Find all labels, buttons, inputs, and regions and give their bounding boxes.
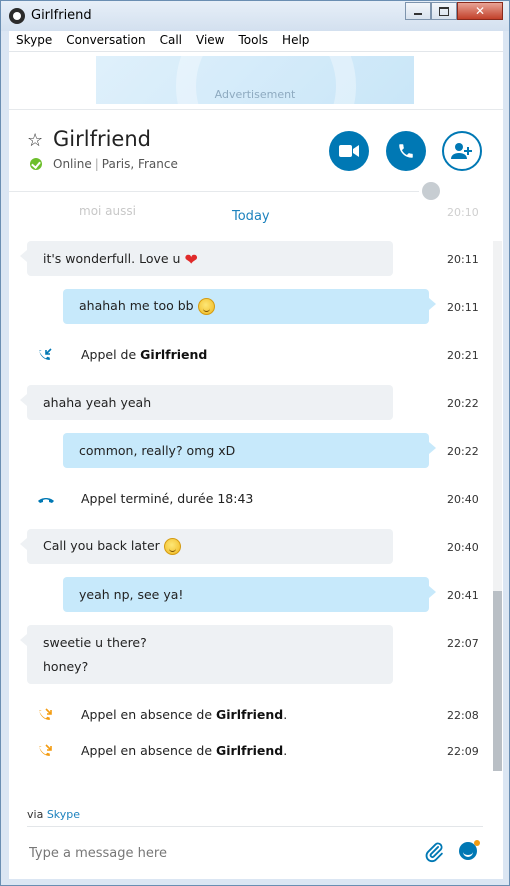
message-text-line2: honey?	[43, 659, 89, 674]
faded-message: moi aussi	[79, 204, 136, 218]
menu-help[interactable]: Help	[275, 31, 316, 51]
message-time: 20:11	[447, 253, 479, 266]
message-text-line1: sweetie u there?	[43, 635, 147, 650]
message-text: it's wonderfull. Love u	[43, 251, 181, 266]
menu-bar: Skype Conversation Call View Tools Help	[9, 31, 503, 52]
add-people-button[interactable]	[442, 131, 482, 171]
title-bar[interactable]: Girlfriend ✕	[1, 1, 509, 31]
outgoing-message[interactable]: common, really? omg xD	[63, 433, 436, 468]
incoming-message[interactable]: it's wonderfull. Love u ❤	[20, 241, 393, 276]
phone-icon	[399, 144, 413, 158]
message-text: Call you back later	[43, 538, 160, 553]
message-body: it's wonderfull. Love u ❤	[43, 250, 198, 269]
message-text: ahaha yeah yeah	[43, 395, 152, 410]
divider	[27, 826, 483, 827]
online-status-icon	[30, 158, 42, 170]
incoming-message[interactable]: ahaha yeah yeah	[20, 385, 393, 420]
event-suffix: .	[283, 707, 288, 722]
attachment-paperclip-icon[interactable]	[423, 841, 445, 863]
maximize-button[interactable]	[431, 2, 457, 20]
window-controls: ✕	[405, 2, 503, 20]
faded-message-time: 20:10	[447, 206, 479, 219]
missed-call-text: Appel en absence de Girlfriend.	[81, 707, 287, 722]
call-event-text: Appel de Girlfriend	[81, 347, 207, 362]
heart-emoticon-icon: ❤	[184, 250, 198, 269]
advertisement-banner[interactable]: Advertisement	[96, 56, 414, 104]
incoming-call-icon	[39, 348, 52, 360]
message-text: common, really? omg xD	[79, 443, 236, 458]
missed-call-icon	[39, 744, 52, 756]
message-time: 20:40	[447, 493, 479, 506]
menu-conversation[interactable]: Conversation	[59, 31, 152, 51]
event-prefix: Appel en absence de	[81, 707, 213, 722]
emoticon-picker-icon[interactable]	[459, 840, 480, 860]
advertisement-label: Advertisement	[214, 88, 296, 101]
divider	[9, 191, 419, 192]
call-ended-icon	[38, 498, 54, 503]
minimize-button[interactable]	[405, 2, 431, 20]
smile-emoticon-icon	[163, 538, 181, 555]
outgoing-message[interactable]: ahahah me too bb	[63, 289, 436, 324]
menu-skype[interactable]: Skype	[9, 31, 59, 51]
close-button[interactable]: ✕	[457, 2, 503, 20]
event-contact: Girlfriend	[140, 347, 208, 362]
window-title: Girlfriend	[31, 8, 92, 23]
event-contact: Girlfriend	[216, 743, 284, 758]
missed-call-text: Appel en absence de Girlfriend.	[81, 743, 287, 758]
message-time: 20:22	[447, 397, 479, 410]
message-time: 22:07	[447, 637, 479, 650]
audio-call-button[interactable]	[386, 131, 426, 171]
menu-view[interactable]: View	[189, 31, 231, 51]
menu-tools[interactable]: Tools	[231, 31, 275, 51]
message-time: 20:21	[447, 349, 479, 362]
contact-location: Paris, France	[101, 157, 178, 171]
message-time: 22:08	[447, 709, 479, 722]
message-body: Call you back later	[43, 538, 181, 555]
incoming-message[interactable]: sweetie u there? honey?	[20, 625, 393, 684]
client-area: Skype Conversation Call View Tools Help …	[9, 31, 503, 879]
message-time: 22:09	[447, 745, 479, 758]
message-time: 20:22	[447, 445, 479, 458]
event-prefix: Appel de	[81, 347, 137, 362]
call-event-text: Appel terminé, durée 18:43	[81, 491, 254, 506]
message-time: 20:40	[447, 541, 479, 554]
event-prefix: Appel en absence de	[81, 743, 213, 758]
menu-call[interactable]: Call	[153, 31, 189, 51]
event-suffix: .	[283, 743, 288, 758]
contact-name: Girlfriend	[53, 127, 151, 151]
contact-status: Online | Paris, France	[53, 157, 178, 171]
scrollbar-thumb[interactable]	[493, 591, 502, 771]
add-person-icon	[451, 143, 472, 159]
message-text: yeah np, see ya!	[79, 587, 184, 602]
message-time: 20:11	[447, 301, 479, 314]
skype-window: Girlfriend ✕ Skype Conversation Call Vie…	[0, 0, 510, 886]
message-input[interactable]	[27, 837, 411, 869]
via-label: via Skype	[27, 808, 80, 821]
outgoing-message[interactable]: yeah np, see ya!	[63, 577, 436, 612]
via-skype-link[interactable]: Skype	[47, 808, 80, 821]
conversation-scrollbar[interactable]	[493, 241, 502, 771]
message-text: ahahah me too bb	[79, 298, 194, 313]
message-body: ahahah me too bb	[79, 298, 215, 315]
video-call-button[interactable]	[329, 131, 369, 171]
date-separator: Today	[232, 209, 270, 224]
missed-call-icon	[39, 708, 52, 720]
globe-icon[interactable]	[422, 182, 440, 200]
via-prefix: via	[27, 808, 44, 821]
event-contact: Girlfriend	[216, 707, 284, 722]
video-camera-icon	[339, 145, 359, 157]
status-label: Online	[53, 157, 92, 171]
smile-emoticon-icon	[197, 298, 215, 315]
divider	[9, 109, 503, 110]
favorite-star-icon[interactable]: ☆	[27, 130, 43, 151]
skype-logo-icon	[9, 8, 25, 24]
incoming-message[interactable]: Call you back later	[20, 529, 393, 564]
message-time: 20:41	[447, 589, 479, 602]
